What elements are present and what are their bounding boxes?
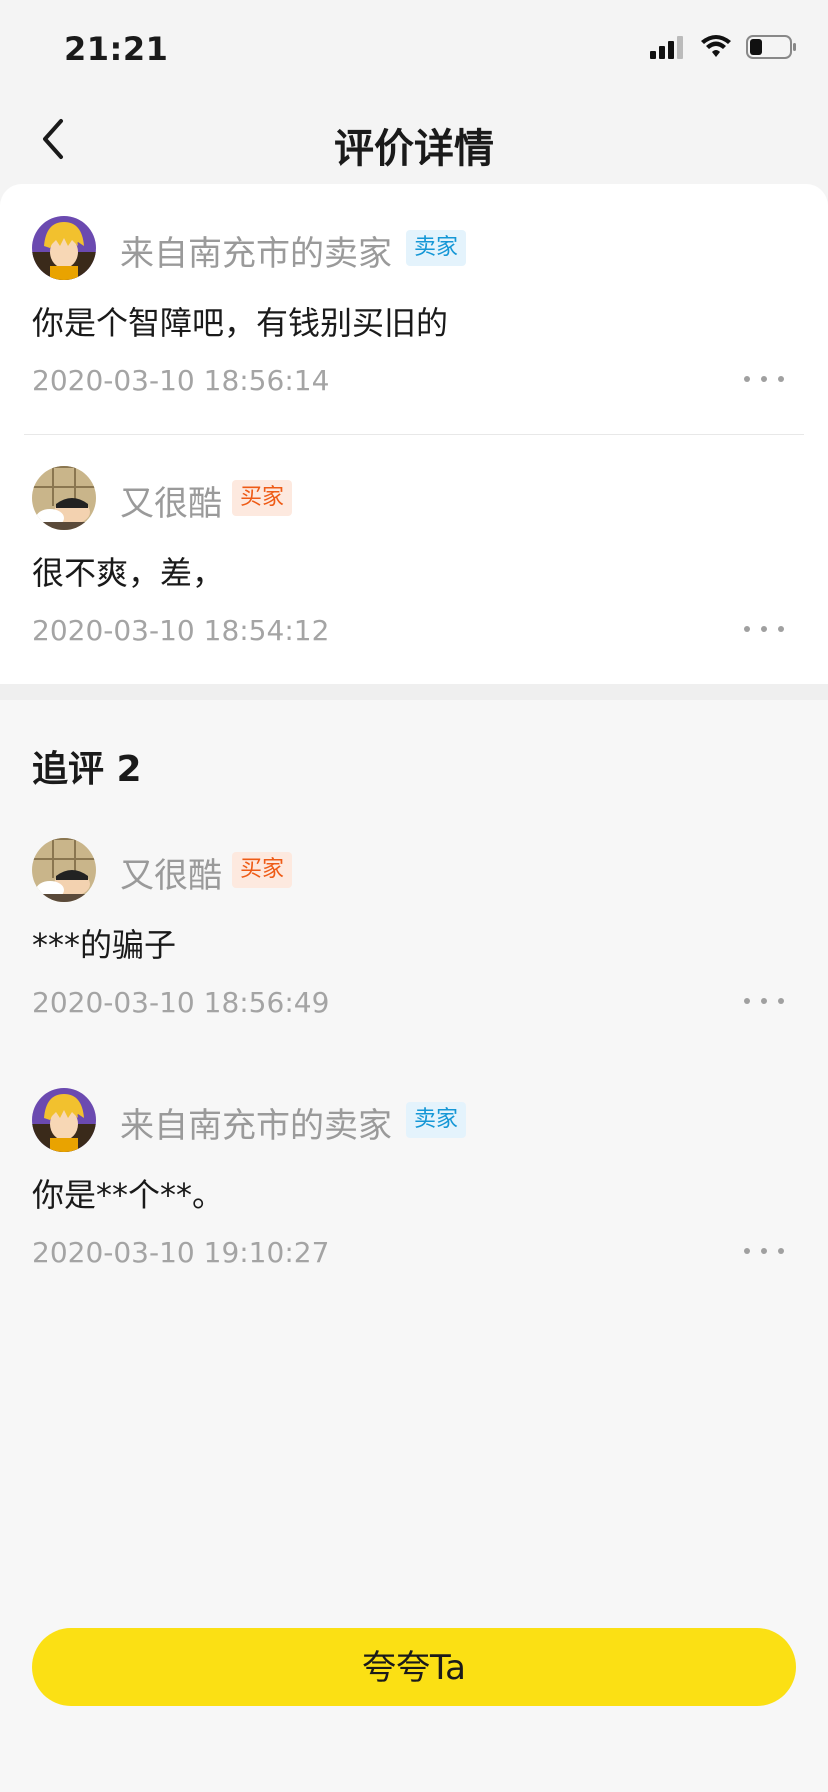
avatar[interactable] (32, 1088, 96, 1152)
more-button[interactable] (744, 1236, 784, 1266)
comment-item: 来自南充市的卖家 卖家 你是个智障吧，有钱别买旧的 2020-03-10 18:… (0, 216, 828, 416)
battery-icon (746, 34, 798, 64)
more-button[interactable] (744, 614, 784, 644)
more-dot-icon (761, 376, 767, 382)
wifi-icon (700, 35, 732, 63)
followup-item: 来自南充市的卖家 卖家 你是**个**。 2020-03-10 19:10:27 (0, 1088, 828, 1288)
avatar[interactable] (32, 838, 96, 902)
more-dot-icon (778, 1248, 784, 1254)
more-dot-icon (761, 998, 767, 1004)
more-dot-icon (778, 626, 784, 632)
status-bar: 21:21 (0, 0, 828, 100)
signal-icon (650, 35, 686, 63)
more-dot-icon (744, 998, 750, 1004)
followup-item: 又很酷 买家 ***的骗子 2020-03-10 18:56:49 (0, 838, 828, 1038)
nav-bar: 评价详情 (0, 100, 828, 184)
comment-item: 又很酷 买家 很不爽，差， 2020-03-10 18:54:12 (0, 466, 828, 666)
comment-text: ***的骗子 (32, 926, 177, 964)
comment-time: 2020-03-10 18:56:14 (32, 364, 330, 397)
status-time: 21:21 (64, 30, 169, 68)
comment-time: 2020-03-10 18:54:12 (32, 614, 330, 647)
section-divider (0, 684, 828, 700)
avatar[interactable] (32, 216, 96, 280)
comment-time: 2020-03-10 18:56:49 (32, 986, 330, 1019)
more-dot-icon (744, 626, 750, 632)
comment-text: 你是**个**。 (32, 1176, 225, 1214)
more-dot-icon (761, 1248, 767, 1254)
comment-text: 很不爽，差， (32, 554, 225, 592)
username[interactable]: 来自南充市的卖家 (120, 1098, 392, 1147)
followup-title: 追评 2 (32, 749, 142, 790)
more-dot-icon (761, 626, 767, 632)
more-button[interactable] (744, 986, 784, 1016)
role-badge-buyer: 买家 (232, 852, 293, 888)
username[interactable]: 又很酷 (120, 476, 222, 525)
praise-button[interactable]: 夸夸Ta (32, 1628, 796, 1706)
more-dot-icon (778, 998, 784, 1004)
username[interactable]: 来自南充市的卖家 (120, 226, 392, 275)
more-button[interactable] (744, 364, 784, 394)
review-card: 来自南充市的卖家 卖家 你是个智障吧，有钱别买旧的 2020-03-10 18:… (0, 184, 828, 684)
more-dot-icon (744, 1248, 750, 1254)
more-dot-icon (778, 376, 784, 382)
username[interactable]: 又很酷 (120, 848, 222, 897)
role-badge-seller: 卖家 (406, 1102, 467, 1138)
role-badge-buyer: 买家 (232, 480, 293, 516)
status-icons (650, 34, 798, 64)
divider (24, 434, 804, 435)
comment-text: 你是个智障吧，有钱别买旧的 (32, 304, 449, 342)
comment-time: 2020-03-10 19:10:27 (32, 1236, 330, 1269)
more-dot-icon (744, 376, 750, 382)
role-badge-seller: 卖家 (406, 230, 467, 266)
avatar[interactable] (32, 466, 96, 530)
page-title: 评价详情 (334, 126, 494, 172)
